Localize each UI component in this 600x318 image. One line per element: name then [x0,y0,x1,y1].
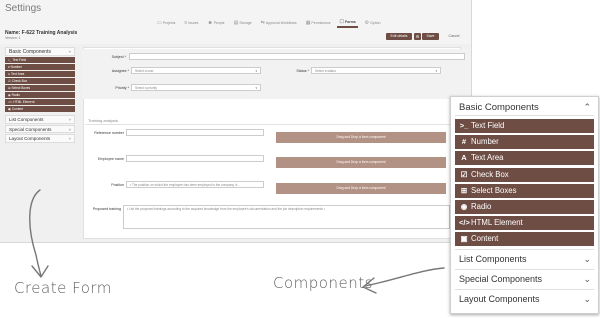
components-annotation: Components [273,274,373,292]
annotation-arrows [29,189,445,294]
create-form-arrow [29,189,42,277]
components-arrow [364,267,445,287]
create-form-annotation: Create Form [14,279,112,297]
